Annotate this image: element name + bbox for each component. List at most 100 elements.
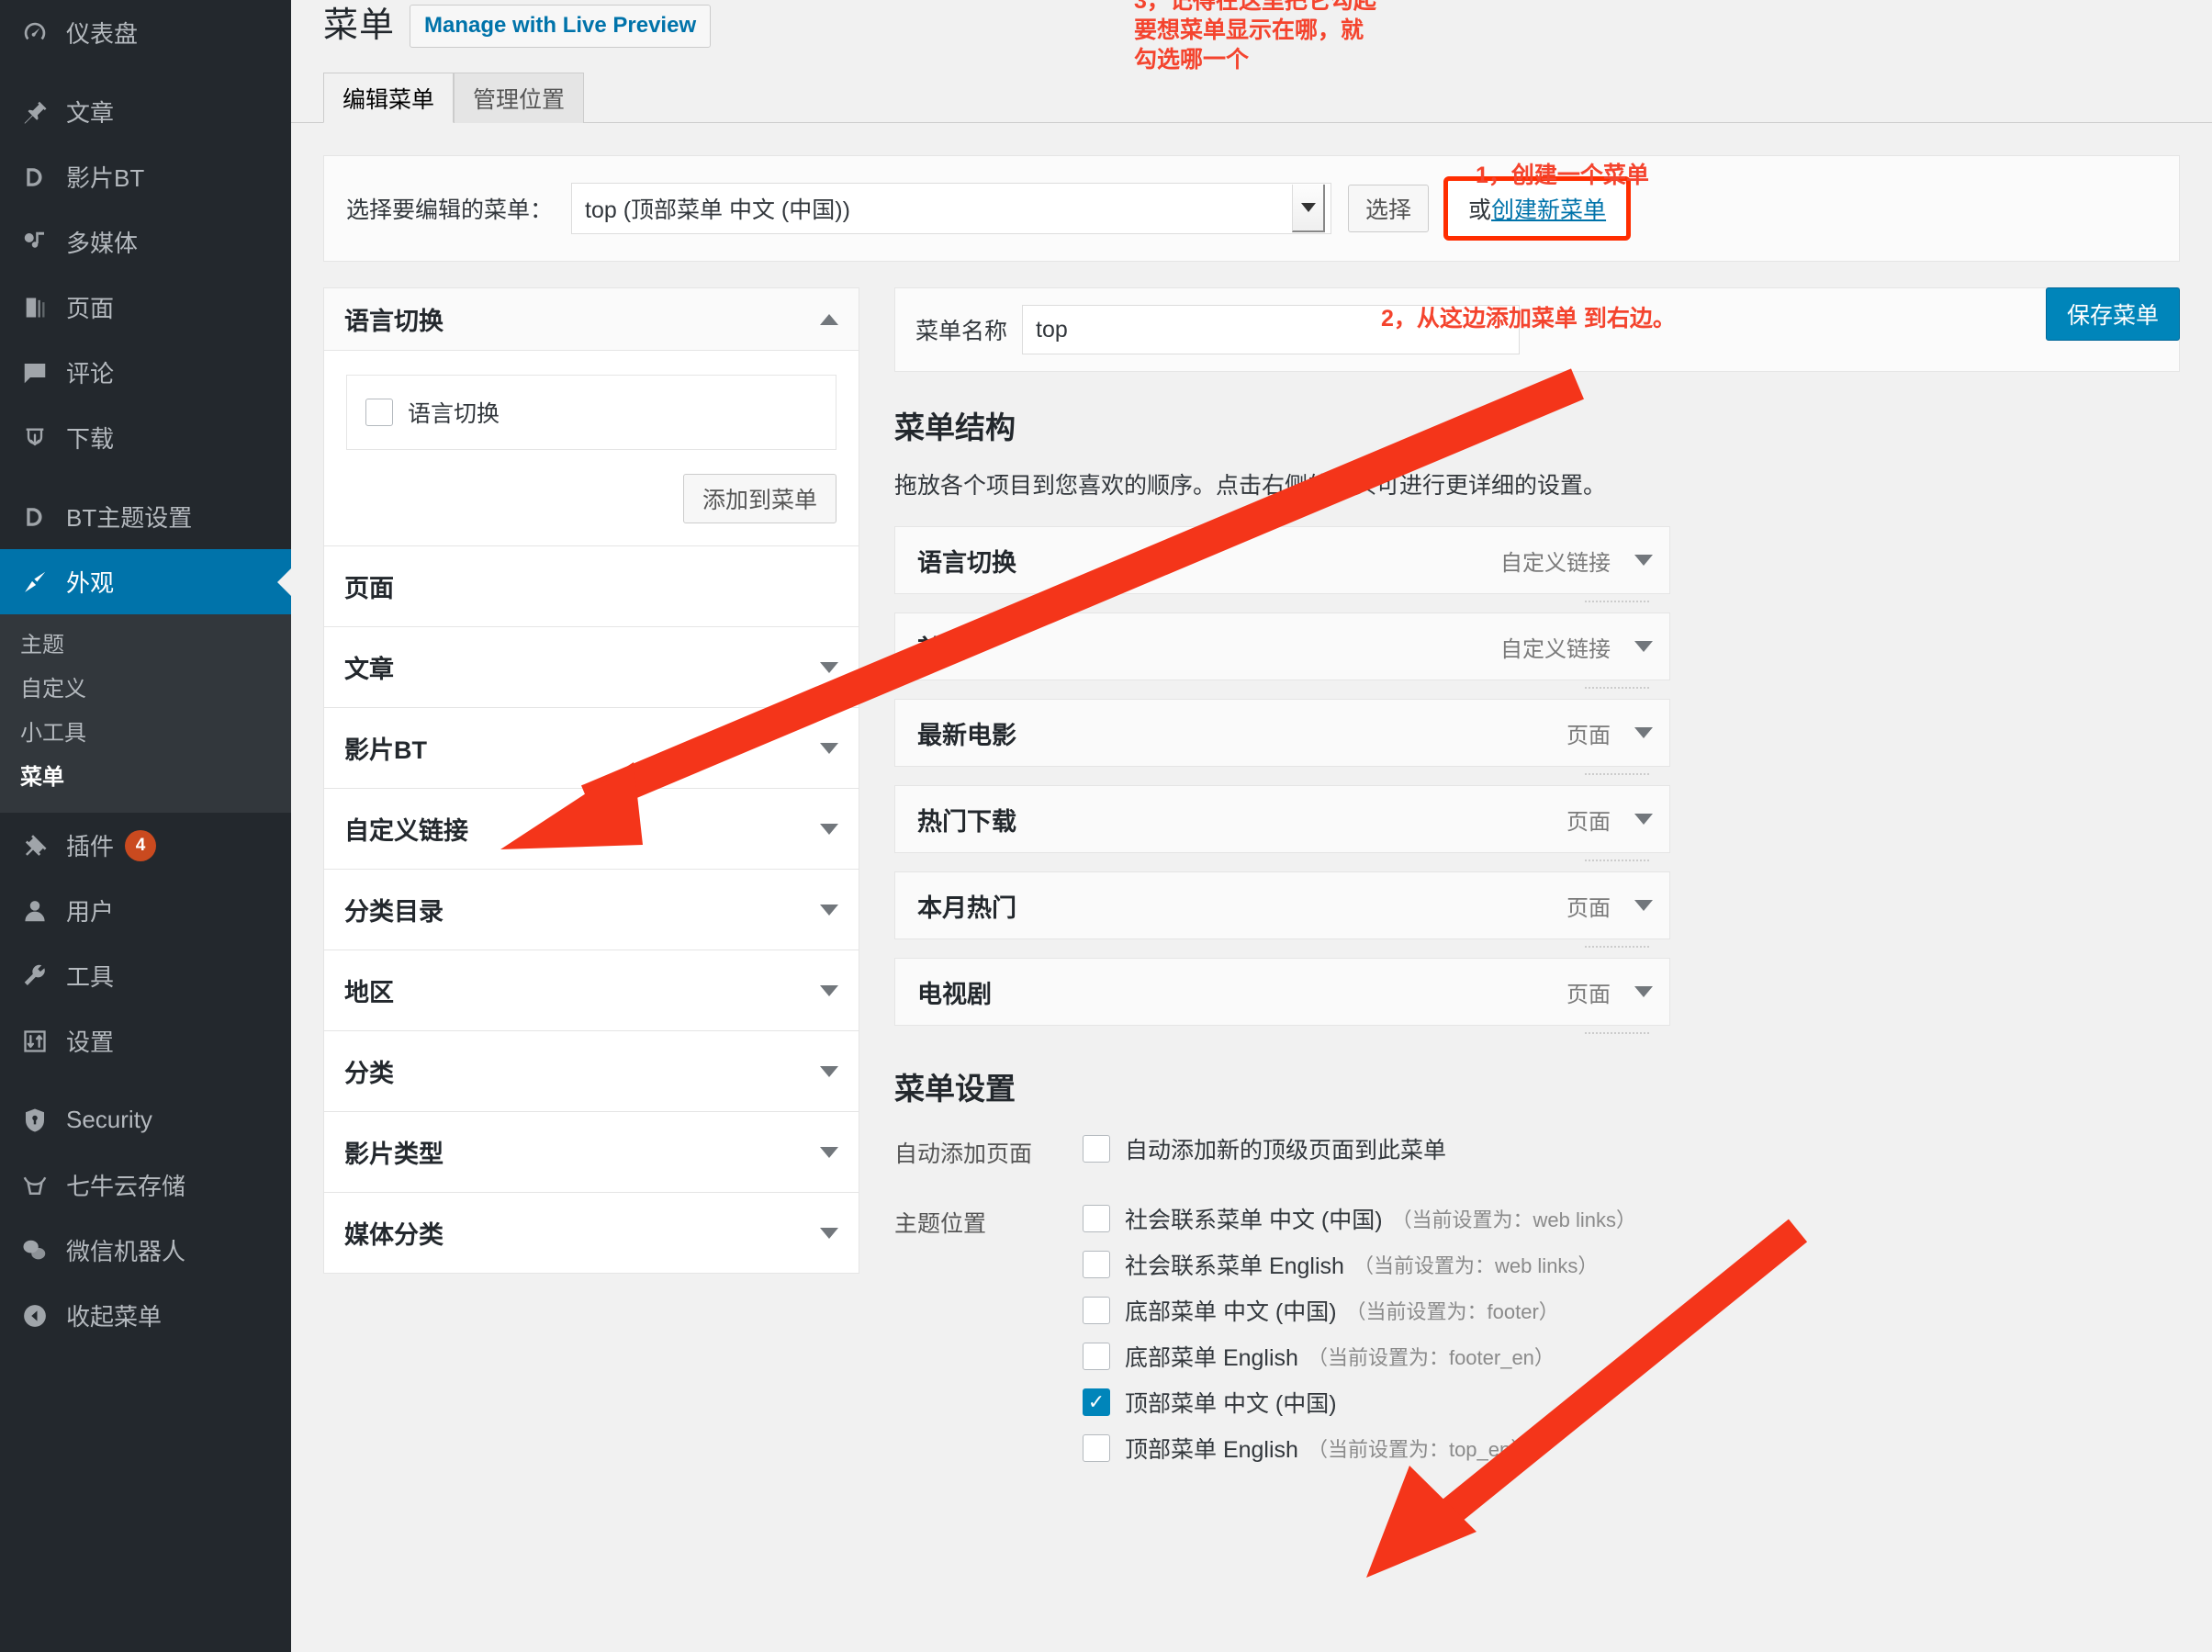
- sidebar-item-pages[interactable]: 页面: [0, 275, 291, 340]
- location-label: 社会联系菜单 English: [1125, 1253, 1344, 1279]
- accordion-categories[interactable]: 分类: [324, 1030, 859, 1111]
- accordion-pages[interactable]: 页面: [324, 545, 859, 626]
- sidebar-item-dashboard[interactable]: 仪表盘: [0, 0, 291, 65]
- chevron-down-icon[interactable]: [1634, 641, 1653, 652]
- chevron-down-icon[interactable]: [820, 904, 838, 916]
- location-option-footer-zh[interactable]: 底部菜单 中文 (中国) （当前设置为：footer）: [1083, 1294, 1904, 1327]
- location-option-top-en[interactable]: 顶部菜单 English （当前设置为：top_en）: [1083, 1432, 1904, 1465]
- select-menu-button[interactable]: 选择: [1348, 185, 1430, 232]
- chevron-down-icon[interactable]: [820, 742, 838, 754]
- table-row[interactable]: 最新电影 页面: [894, 699, 1670, 775]
- auto-add-pages-checkbox[interactable]: [1083, 1135, 1110, 1163]
- sidebar-item-comments[interactable]: 评论: [0, 340, 291, 405]
- add-to-menu-button[interactable]: 添加到菜单: [682, 474, 837, 523]
- sidebar-subitem-widgets[interactable]: 小工具: [0, 712, 291, 756]
- admin-sidebar: 仪表盘 文章 影片BT 多媒体 页面 评论 下载 BT主题设置 外观 主题 自定…: [0, 0, 292, 1652]
- tab-edit-menus[interactable]: 编辑菜单: [323, 73, 455, 123]
- sidebar-item-film-bt[interactable]: 影片BT: [0, 144, 291, 209]
- menu-select-dropdown[interactable]: top (顶部菜单 中文 (中国)): [571, 183, 1332, 234]
- sidebar-subitem-menus[interactable]: 菜单: [0, 756, 291, 800]
- location-checkbox[interactable]: [1083, 1297, 1110, 1324]
- tab-manage-locations[interactable]: 管理位置: [454, 73, 585, 123]
- accordion-posts[interactable]: 文章: [324, 626, 859, 707]
- location-checkbox[interactable]: [1083, 1205, 1110, 1232]
- wordpress-admin-menus-screen: 仪表盘 文章 影片BT 多媒体 页面 评论 下载 BT主题设置 外观 主题 自定…: [0, 0, 2212, 1652]
- sidebar-item-label: 多媒体: [66, 230, 139, 257]
- sidebar-item-label: 收起菜单: [66, 1303, 163, 1331]
- sidebar-item-label: Security: [66, 1106, 152, 1133]
- menu-item-type: 页面: [1566, 895, 1611, 921]
- menu-item-type: 自定义链接: [1500, 550, 1611, 576]
- wrench-icon: [11, 958, 59, 995]
- chevron-down-icon[interactable]: [1634, 727, 1653, 738]
- menu-item-name: 本月热门: [917, 893, 1016, 922]
- chevron-down-icon[interactable]: [820, 1146, 838, 1158]
- sidebar-item-bt-theme-settings[interactable]: BT主题设置: [0, 484, 291, 549]
- chevron-down-icon[interactable]: [1634, 814, 1653, 825]
- sidebar-subitem-themes[interactable]: 主题: [0, 624, 291, 668]
- sidebar-item-label: 用户: [66, 898, 115, 926]
- accordion-media-categories[interactable]: 媒体分类: [324, 1192, 859, 1273]
- accordion-film-types[interactable]: 影片类型: [324, 1111, 859, 1192]
- table-row[interactable]: 语言切换 自定义链接: [894, 526, 1670, 602]
- location-checkbox[interactable]: [1083, 1388, 1110, 1416]
- sidebar-subitem-customize[interactable]: 自定义: [0, 668, 291, 712]
- save-menu-button[interactable]: 保存菜单: [2045, 287, 2180, 341]
- accordion-film-bt[interactable]: 影片BT: [324, 707, 859, 788]
- chevron-up-icon[interactable]: [820, 313, 838, 325]
- sidebar-item-collapse-menu[interactable]: 收起菜单: [0, 1283, 291, 1348]
- accordion-regions[interactable]: 地区: [324, 950, 859, 1030]
- sidebar-item-tools[interactable]: 工具: [0, 943, 291, 1008]
- language-switch-panel-header[interactable]: 语言切换: [324, 288, 859, 351]
- theme-locations-label: 主题位置: [894, 1211, 987, 1237]
- sidebar-item-qiniu-cloud[interactable]: 七牛云存储: [0, 1152, 291, 1218]
- sidebar-item-settings[interactable]: 设置: [0, 1008, 291, 1073]
- tab-bar: 编辑菜单 管理位置: [291, 72, 2212, 123]
- sidebar-item-security[interactable]: Security: [0, 1087, 291, 1152]
- table-row[interactable]: 本月热门 页面: [894, 871, 1670, 948]
- main-content: 菜单 Manage with Live Preview 编辑菜单 管理位置 选择…: [291, 0, 2212, 1652]
- sidebar-item-label: 外观: [66, 569, 115, 597]
- table-row[interactable]: 热门下载 页面: [894, 785, 1670, 861]
- location-option-social-en[interactable]: 社会联系菜单 English （当前设置为：web links）: [1083, 1248, 1904, 1281]
- location-checkbox[interactable]: [1083, 1434, 1110, 1462]
- wechat-icon: [11, 1232, 59, 1269]
- chevron-down-icon[interactable]: [820, 823, 838, 835]
- menu-item-name: 电视剧: [917, 980, 992, 1008]
- location-option-footer-en[interactable]: 底部菜单 English （当前设置为：footer_en）: [1083, 1340, 1904, 1373]
- location-checkbox[interactable]: [1083, 1251, 1110, 1278]
- menu-settings-title: 菜单设置: [894, 1072, 1016, 1106]
- sidebar-item-posts[interactable]: 文章: [0, 79, 291, 144]
- sidebar-item-downloads[interactable]: 下载: [0, 405, 291, 470]
- accordion-custom-links[interactable]: 自定义链接: [324, 788, 859, 869]
- chevron-down-icon[interactable]: [1634, 986, 1653, 997]
- chevron-down-icon[interactable]: [820, 1065, 838, 1077]
- sidebar-item-media[interactable]: 多媒体: [0, 209, 291, 275]
- chevron-down-icon[interactable]: [820, 1227, 838, 1239]
- manage-with-live-preview-button[interactable]: Manage with Live Preview: [410, 4, 712, 48]
- sidebar-item-plugins[interactable]: 插件 4: [0, 813, 291, 878]
- location-option-social-zh[interactable]: 社会联系菜单 中文 (中国) （当前设置为：web links）: [1083, 1202, 1904, 1235]
- collapse-icon: [11, 1298, 59, 1334]
- chevron-down-icon[interactable]: [820, 984, 838, 996]
- sidebar-item-users[interactable]: 用户: [0, 878, 291, 943]
- sidebar-item-label: 插件: [66, 833, 115, 860]
- plugins-update-badge: 4: [125, 829, 157, 861]
- language-switch-panel-body: 语言切换 添加到菜单: [324, 351, 859, 545]
- table-row[interactable]: 电视剧 页面: [894, 958, 1670, 1034]
- chevron-down-icon[interactable]: [1634, 900, 1653, 911]
- panel-title: 语言切换: [344, 308, 444, 335]
- language-switch-checkbox[interactable]: [365, 399, 393, 426]
- chevron-down-icon[interactable]: [820, 661, 838, 673]
- location-checkbox[interactable]: [1083, 1343, 1110, 1370]
- sidebar-item-appearance[interactable]: 外观: [0, 549, 292, 614]
- language-switch-option-row[interactable]: 语言切换: [365, 396, 817, 429]
- auto-add-pages-option[interactable]: 自动添加新的顶级页面到此菜单: [1083, 1132, 1904, 1165]
- create-new-menu-link[interactable]: 创建新菜单: [1491, 192, 1606, 225]
- accordion-label: 文章: [344, 656, 394, 683]
- accordion-categories-dir[interactable]: 分类目录: [324, 869, 859, 950]
- table-row[interactable]: 首页 自定义链接: [894, 612, 1670, 689]
- sidebar-item-wechat-robot[interactable]: 微信机器人: [0, 1218, 291, 1283]
- chevron-down-icon[interactable]: [1634, 555, 1653, 566]
- location-option-top-zh[interactable]: 顶部菜单 中文 (中国): [1083, 1386, 1904, 1419]
